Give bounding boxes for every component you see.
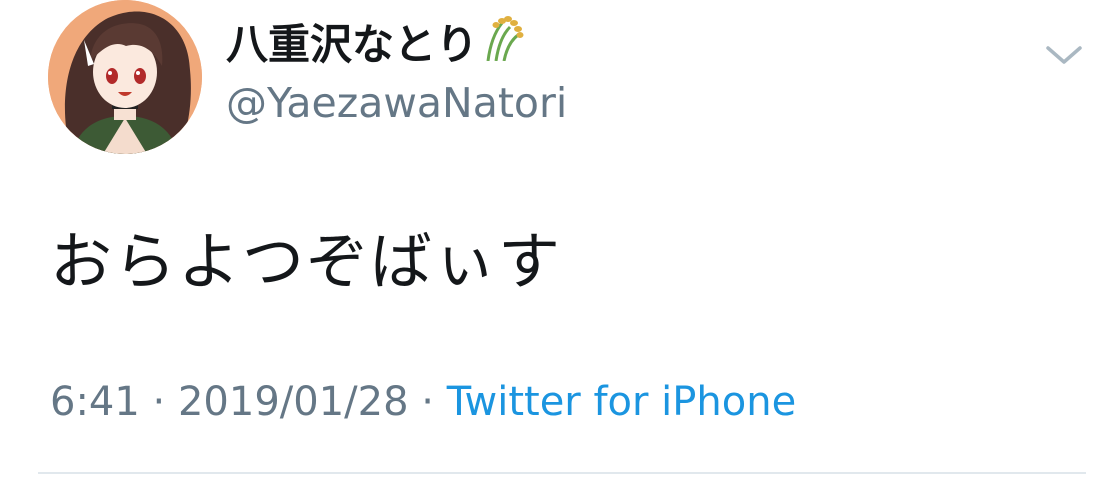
chevron-down-icon[interactable]: [1042, 38, 1086, 72]
handle[interactable]: @YaezawaNatori: [226, 78, 567, 128]
tweet-time[interactable]: 6:41: [50, 379, 140, 425]
display-name-text: 八重沢なとり: [226, 20, 479, 69]
divider: [38, 472, 1086, 474]
display-name[interactable]: 八重沢なとり: [226, 16, 524, 72]
tweet-date[interactable]: 2019/01/28: [178, 379, 409, 425]
meta-separator: ·: [139, 379, 178, 425]
meta-separator: ·: [408, 379, 447, 425]
rice-ear-icon: [482, 15, 524, 72]
tweet-meta: 6:41 · 2019/01/28 · Twitter for iPhone: [50, 378, 796, 426]
tweet-source-link[interactable]: Twitter for iPhone: [447, 379, 797, 425]
tweet-card: 八重沢なとり @YaezawaNatori おらよつぞばぃす 6:41 · 20…: [0, 0, 1112, 480]
avatar[interactable]: [48, 0, 202, 154]
tweet-text: おらよつぞばぃす: [50, 225, 563, 298]
